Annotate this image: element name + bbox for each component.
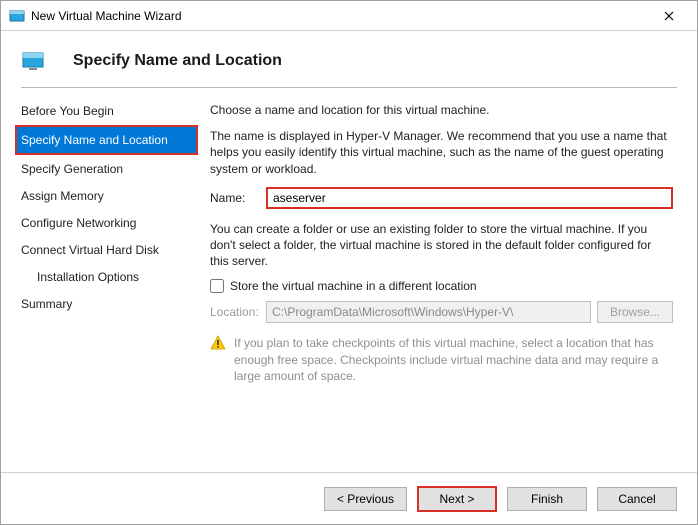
description-text: The name is displayed in Hyper-V Manager… (210, 128, 673, 177)
step-configure-networking[interactable]: Configure Networking (19, 210, 196, 236)
app-icon (9, 8, 25, 24)
step-specify-name-location[interactable]: Specify Name and Location (15, 125, 198, 155)
window-title: New Virtual Machine Wizard (31, 9, 649, 23)
page-title: Specify Name and Location (73, 52, 282, 70)
name-input[interactable] (266, 187, 673, 209)
wizard-footer: < Previous Next > Finish Cancel (1, 472, 697, 524)
next-button[interactable]: Next > (417, 486, 497, 512)
folder-description: You can create a folder or use an existi… (210, 221, 673, 270)
browse-button: Browse... (597, 301, 673, 323)
store-different-location-label: Store the virtual machine in a different… (230, 279, 477, 293)
step-specify-generation[interactable]: Specify Generation (19, 156, 196, 182)
location-label: Location: (210, 305, 266, 319)
step-connect-virtual-hard-disk[interactable]: Connect Virtual Hard Disk (19, 237, 196, 263)
step-before-you-begin[interactable]: Before You Begin (19, 98, 196, 124)
store-different-location-checkbox[interactable] (210, 279, 224, 293)
close-button[interactable] (649, 2, 689, 30)
title-bar: New Virtual Machine Wizard (1, 1, 697, 31)
wizard-steps-sidebar: Before You Begin Specify Name and Locati… (1, 98, 196, 472)
info-text: If you plan to take checkpoints of this … (234, 335, 673, 384)
finish-button[interactable]: Finish (507, 487, 587, 511)
intro-text: Choose a name and location for this virt… (210, 102, 673, 118)
monitor-icon (21, 49, 45, 73)
previous-button[interactable]: < Previous (324, 487, 407, 511)
wizard-main-panel: Choose a name and location for this virt… (196, 98, 697, 472)
warning-icon (210, 335, 226, 351)
cancel-button[interactable]: Cancel (597, 487, 677, 511)
step-installation-options[interactable]: Installation Options (19, 264, 196, 290)
location-input (266, 301, 591, 323)
name-label: Name: (210, 191, 266, 205)
step-assign-memory[interactable]: Assign Memory (19, 183, 196, 209)
step-summary[interactable]: Summary (19, 291, 196, 317)
wizard-header: Specify Name and Location (1, 31, 697, 87)
